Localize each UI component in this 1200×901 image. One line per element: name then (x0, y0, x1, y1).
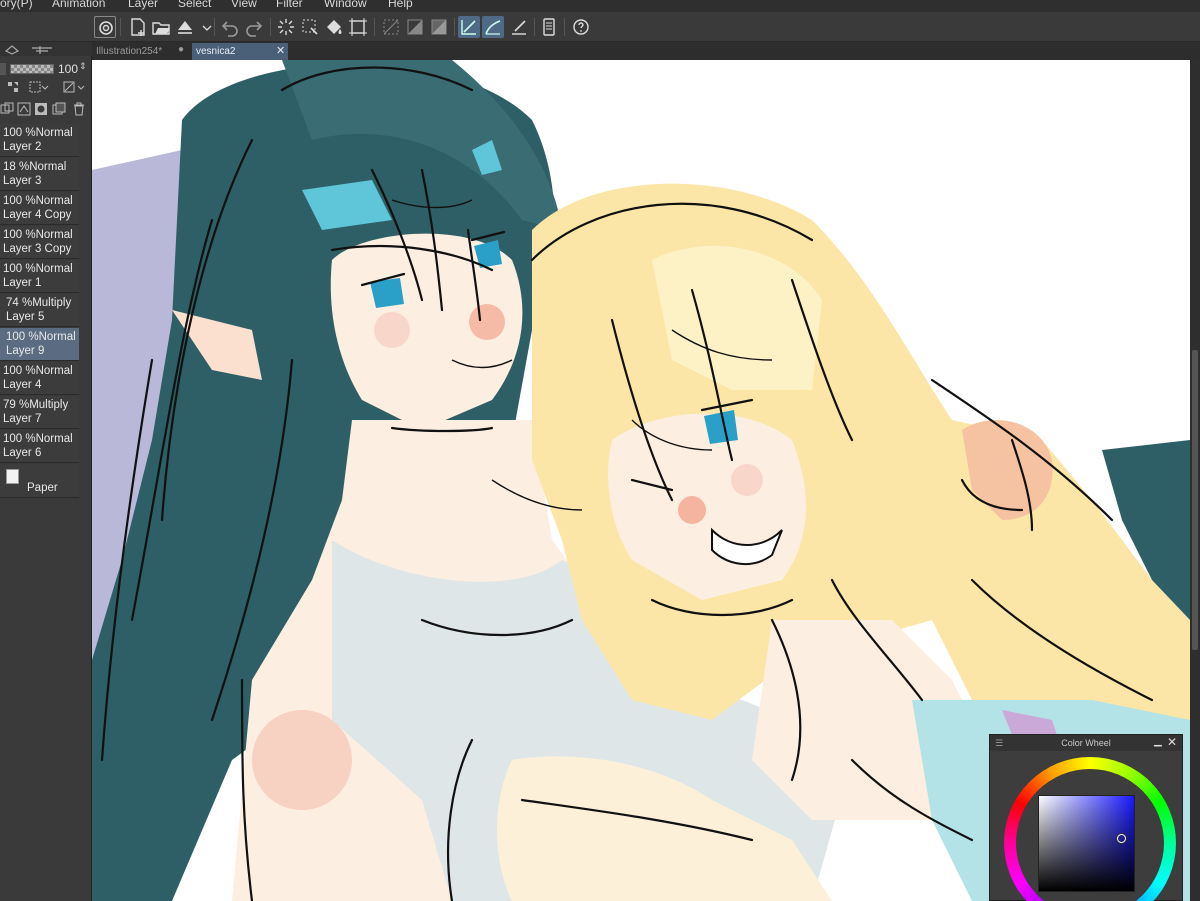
menu-layer[interactable]: Layer (128, 0, 158, 10)
color-wheel-panel: Color Wheel ☰ ▁ ✕ (989, 734, 1183, 901)
open-file-icon[interactable] (150, 16, 172, 38)
menu-filter[interactable]: Filter (276, 0, 303, 10)
menu-window[interactable]: Window (324, 0, 367, 10)
layer-row[interactable]: 18 %Normal Layer 3 (0, 158, 79, 191)
menu-help[interactable]: Help (388, 0, 413, 10)
saturation-value-square[interactable] (1038, 795, 1135, 892)
layer-opacity-row: 100 ⇕ (0, 59, 92, 79)
ruler-line-icon[interactable] (482, 16, 504, 38)
menu-animation[interactable]: Animation (52, 0, 105, 10)
command-bar (0, 12, 1200, 42)
paper-icon (6, 469, 19, 484)
layer-paper[interactable]: Paper (0, 464, 79, 498)
close-icon[interactable]: ✕ (1167, 735, 1177, 749)
app-logo-icon[interactable] (94, 16, 116, 38)
vertical-scrollbar[interactable] (1190, 60, 1200, 901)
color-picker-cursor[interactable] (1117, 834, 1126, 843)
ruler-snap-icon[interactable] (428, 16, 450, 38)
layer-opacity-mode: 100 %Normal (3, 127, 73, 139)
layer-row[interactable]: 100 %Normal Layer 9 (0, 328, 79, 361)
panel-menu-icon[interactable]: ☰ (995, 738, 1003, 749)
layer-opacity-mode: 100 %Normal (3, 365, 73, 377)
layer-opacity-mode: 74 %Multiply (6, 297, 72, 309)
tab-vesnica2[interactable]: vesnica2 ✕ (192, 43, 288, 60)
redo-icon[interactable] (243, 16, 265, 38)
layer-name: Layer 3 (3, 175, 42, 187)
layer-opacity-mode: 100 %Normal (3, 229, 73, 241)
smartphone-icon[interactable] (538, 16, 560, 38)
layer-name: Paper (27, 482, 58, 494)
selection-clear-icon[interactable] (275, 16, 297, 38)
layer-name: Layer 4 Copy (3, 209, 72, 221)
tab-label: Illustration254* (96, 46, 163, 57)
layer-name: Layer 3 Copy (3, 243, 72, 255)
layer-action-icons (0, 102, 92, 120)
minimize-icon[interactable]: ▁ (1154, 736, 1162, 747)
snap-off-icon[interactable] (380, 16, 402, 38)
tab-label: vesnica2 (196, 46, 236, 57)
tab-illustration254[interactable]: Illustration254* ● (92, 43, 190, 60)
layer-name: Layer 4 (3, 379, 42, 391)
save-icon[interactable] (174, 16, 196, 38)
layer-name: Layer 6 (3, 447, 42, 459)
selection-transform-icon[interactable] (299, 16, 321, 38)
layer-row[interactable]: 100 %Normal Layer 3 Copy (0, 226, 79, 259)
layer-option-icons (0, 80, 92, 98)
ruler-curve-icon[interactable] (458, 16, 480, 38)
scrollbar-thumb[interactable] (1192, 350, 1198, 650)
document-tabs: Illustration254* ● vesnica2 ✕ (92, 42, 1200, 60)
layer-opacity-mode: 79 %Multiply (3, 399, 69, 411)
layer-name: Layer 1 (3, 277, 42, 289)
layer-mask-icon[interactable] (34, 102, 48, 116)
unsaved-dot-icon[interactable]: ● (178, 44, 184, 55)
layer-name: Layer 2 (3, 141, 42, 153)
layer-opacity-mode: 100 %Normal (6, 331, 76, 343)
layer-opacity-mode: 18 %Normal (3, 161, 67, 173)
crop-icon[interactable] (347, 16, 369, 38)
layer-opacity-mode: 100 %Normal (3, 195, 73, 207)
save-dropdown-icon[interactable] (196, 16, 212, 38)
menu-view[interactable]: View (231, 0, 257, 10)
help-icon[interactable] (570, 16, 592, 38)
layer-row[interactable]: 100 %Normal Layer 1 (0, 260, 79, 293)
panel-title-text: Color Wheel (1061, 738, 1111, 748)
opacity-slider[interactable] (10, 64, 54, 74)
snap-grid-icon[interactable] (404, 16, 426, 38)
new-layer-icon[interactable] (0, 102, 14, 116)
lock-transparency-icon[interactable] (6, 80, 20, 94)
layer-row[interactable]: 100 %Normal Layer 4 Copy (0, 192, 79, 225)
menu-select[interactable]: Select (178, 0, 211, 10)
opacity-value[interactable]: 100 (58, 62, 78, 76)
layer-name: Layer 5 (6, 311, 45, 323)
ruler-show-icon[interactable] (508, 16, 530, 38)
layer-row[interactable]: 79 %Multiply Layer 7 (0, 396, 79, 429)
layer-opacity-mode: 100 %Normal (3, 433, 73, 445)
fill-icon[interactable] (323, 16, 345, 38)
menu-bar: ory(P) Animation Layer Select View Filte… (0, 0, 1200, 12)
new-file-icon[interactable] (127, 16, 149, 38)
layer-row[interactable]: 100 %Normal Layer 2 (0, 124, 79, 157)
layer-row[interactable]: 74 %Multiply Layer 5 (0, 294, 79, 327)
draft-layer-icon[interactable] (62, 80, 76, 94)
layer-name: Layer 7 (3, 413, 42, 425)
menu-story[interactable]: ory(P) (0, 0, 33, 10)
layer-row[interactable]: 100 %Normal Layer 6 (0, 430, 79, 463)
layer-name: Layer 9 (6, 345, 45, 357)
close-icon[interactable]: ✕ (276, 44, 285, 57)
opacity-stepper-icon[interactable]: ⇕ (79, 61, 87, 72)
trash-icon[interactable] (72, 102, 86, 116)
new-vector-layer-icon[interactable] (17, 102, 31, 116)
undo-icon[interactable] (219, 16, 241, 38)
panel-tabs (0, 42, 92, 56)
chevron-down-icon[interactable] (76, 80, 86, 94)
layer-panel: 100 ⇕ 100 %Normal Layer 2 18 %Normal Layer … (0, 42, 92, 901)
duplicate-layer-icon[interactable] (52, 102, 66, 116)
layer-opacity-mode: 100 %Normal (3, 263, 73, 275)
chevron-down-icon[interactable] (40, 80, 50, 94)
layer-row[interactable]: 100 %Normal Layer 4 (0, 362, 79, 395)
